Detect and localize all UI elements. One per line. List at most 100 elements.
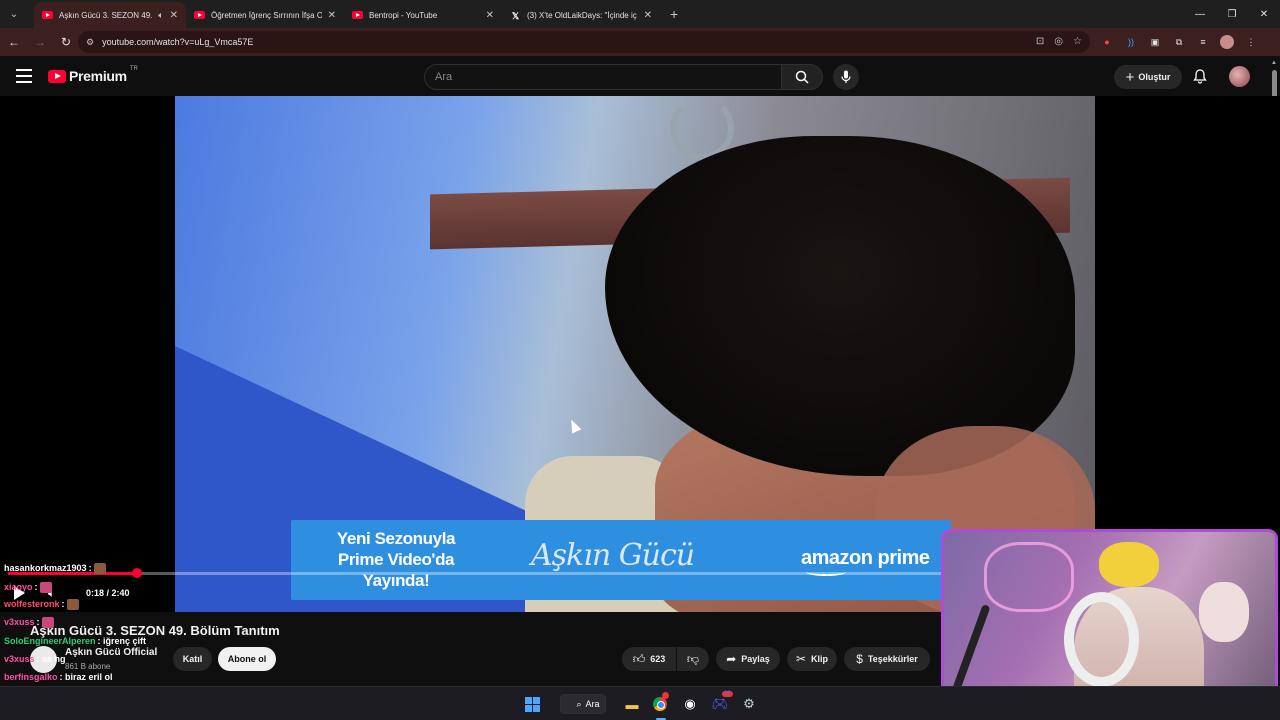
menu-icon[interactable]: [16, 69, 32, 83]
voice-search-button[interactable]: [833, 64, 859, 90]
promo-banner: Yeni Sezonuyla Prime Video'da Yayında! A…: [291, 520, 951, 600]
chat-text: : iğrenç çift: [97, 636, 147, 646]
back-icon[interactable]: ←: [2, 30, 26, 54]
time-display: 0:18 / 2:40: [86, 588, 130, 598]
share-button[interactable]: ➦ Paylaş: [716, 647, 780, 671]
close-tab-icon[interactable]: ✕: [170, 10, 178, 21]
file-explorer-icon[interactable]: ▬: [622, 694, 642, 714]
chat-text: :: [34, 582, 38, 592]
thumbs-up-icon: 👍︎: [632, 651, 646, 666]
search-box[interactable]: [424, 64, 782, 90]
youtube-header: Premium TR + Oluştur: [0, 56, 1280, 96]
discord-icon[interactable]: 🎮︎ 99: [710, 691, 733, 714]
close-tab-icon[interactable]: ✕: [644, 10, 652, 21]
chat-text: :: [36, 617, 40, 627]
thanks-label: Teşekkürler: [867, 654, 918, 664]
search-input[interactable]: [435, 71, 781, 83]
browser-toolbar: ← → ↻ ⚙ youtube.com/watch?v=uLg_Vmca57E …: [0, 28, 1280, 56]
chat-username: berfinsgalko: [4, 672, 58, 682]
omnibox-actions: ⊡ ◎ ☆: [1036, 36, 1082, 47]
media-controls-icon[interactable]: ≡: [1194, 33, 1212, 51]
kebab-menu-icon[interactable]: ⋮: [1242, 33, 1260, 51]
scroll-up-icon[interactable]: ▲: [1271, 60, 1277, 66]
chat-emote-icon: [66, 599, 79, 611]
youtube-logo[interactable]: Premium TR: [48, 66, 138, 84]
close-tab-icon[interactable]: ✕: [328, 10, 336, 21]
neon-sign: [984, 542, 1074, 612]
forward-icon[interactable]: →: [28, 30, 52, 54]
create-button[interactable]: + Oluştur: [1114, 65, 1182, 89]
tab-title: Öğretmen İğrenç Sırrının İfşa O: [211, 10, 322, 20]
like-count: 623: [650, 654, 666, 664]
address-bar[interactable]: ⚙ youtube.com/watch?v=uLg_Vmca57E ⊡ ◎ ☆: [78, 31, 1090, 53]
record-extension-icon[interactable]: ●: [1098, 33, 1116, 51]
profile-icon[interactable]: [1218, 33, 1236, 51]
tab-title: Aşkın Gücü 3. SEZON 49. B: [59, 10, 155, 20]
subscribe-button[interactable]: Abone ol: [218, 647, 276, 671]
eye-off-icon[interactable]: ◎: [1054, 36, 1063, 47]
site-info-icon[interactable]: ⚙: [86, 37, 94, 48]
chat-text: :: [61, 599, 65, 609]
new-tab-icon[interactable]: +: [670, 6, 678, 22]
extension-icon[interactable]: ▣: [1146, 33, 1164, 51]
close-tab-icon[interactable]: ✕: [486, 10, 494, 21]
chat-username: hasankorkmaz1903: [4, 563, 87, 573]
plush-toy: [1199, 582, 1249, 642]
puzzle-icon[interactable]: ⧉: [1170, 33, 1188, 51]
chrome-icon[interactable]: [650, 692, 670, 714]
chat-text: : biraz eril ol: [59, 672, 113, 682]
steam-icon[interactable]: ⚙: [739, 694, 759, 714]
audio-extension-icon[interactable]: )): [1122, 33, 1140, 51]
browser-tab-1[interactable]: Aşkın Gücü 3. SEZON 49. B 🔈︎ ✕: [34, 2, 186, 28]
taskbar-search[interactable]: ⌕ Ara: [560, 694, 606, 714]
join-button[interactable]: Katıl: [173, 647, 212, 671]
install-app-icon[interactable]: ⊡: [1036, 36, 1044, 47]
channel-name[interactable]: Aşkın Gücü Official: [65, 647, 157, 658]
chat-username: SoloEngineerAlperen: [4, 636, 96, 646]
chat-text: : as hg: [36, 654, 66, 664]
taskbar-search-label: Ara: [585, 699, 600, 709]
restore-icon[interactable]: ❐: [1216, 0, 1248, 28]
logo-text: Premium: [69, 68, 127, 84]
notifications-button[interactable]: [1191, 67, 1209, 85]
url-text: youtube.com/watch?v=uLg_Vmca57E: [102, 37, 254, 47]
chat-emote-icon: [93, 563, 106, 575]
chat-message: wolfesteronk:: [4, 599, 79, 611]
chat-message: xiaoyo:: [4, 582, 52, 594]
tab-search-icon[interactable]: ⌄: [4, 4, 24, 24]
clip-button[interactable]: ✂ Klip: [787, 647, 837, 671]
youtube-icon: [194, 11, 205, 19]
show-logo: Aşkın Gücü: [531, 538, 695, 573]
chat-message: berfinsgalko: biraz eril ol: [4, 672, 113, 682]
search-icon: ⌕: [576, 698, 582, 709]
search-icon: [795, 70, 809, 84]
thanks-button[interactable]: $ Teşekkürler: [844, 647, 930, 671]
scissors-icon: ✂: [795, 652, 807, 666]
chat-text: :: [88, 563, 92, 573]
chat-message: v3xuss: as hg: [4, 654, 66, 664]
like-button[interactable]: 👍︎ 623: [622, 647, 676, 671]
speaker-icon[interactable]: 🔈︎: [158, 10, 163, 21]
chat-message: v3xuss:: [4, 617, 54, 629]
bookmark-star-icon[interactable]: ☆: [1073, 36, 1082, 47]
user-avatar[interactable]: [1229, 66, 1250, 87]
screen: ⌄ Aşkın Gücü 3. SEZON 49. B 🔈︎ ✕ Öğretme…: [0, 0, 1280, 720]
chat-username: v3xuss: [4, 654, 35, 664]
reload-icon[interactable]: ↻: [54, 30, 78, 54]
browser-tab-3[interactable]: Bentropi - YouTube ✕: [344, 2, 502, 28]
start-button[interactable]: [522, 694, 542, 714]
browser-tab-2[interactable]: Öğretmen İğrenç Sırrının İfşa O ✕: [186, 2, 344, 28]
dislike-button[interactable]: 👎︎: [677, 647, 709, 671]
windows-taskbar: ⌕ Ara ▬ ◉ 🎮︎ 99 ⚙: [0, 686, 1280, 720]
x-icon: 𝕏: [511, 11, 520, 21]
minimize-icon[interactable]: —: [1184, 0, 1216, 28]
close-window-icon[interactable]: ✕: [1248, 0, 1280, 28]
search-button[interactable]: [781, 64, 823, 90]
plus-icon: +: [1125, 68, 1135, 86]
obs-icon[interactable]: ◉: [680, 694, 700, 714]
browser-tab-4[interactable]: 𝕏 (3) X'te OldLaikDays: "İçinde iç ✕: [502, 2, 660, 28]
browser-tab-strip: ⌄ Aşkın Gücü 3. SEZON 49. B 🔈︎ ✕ Öğretme…: [0, 0, 1280, 28]
chat-emote-icon: [39, 582, 52, 594]
subscriber-count: 861 B abone: [65, 662, 111, 671]
windows-logo-icon: [524, 696, 540, 712]
